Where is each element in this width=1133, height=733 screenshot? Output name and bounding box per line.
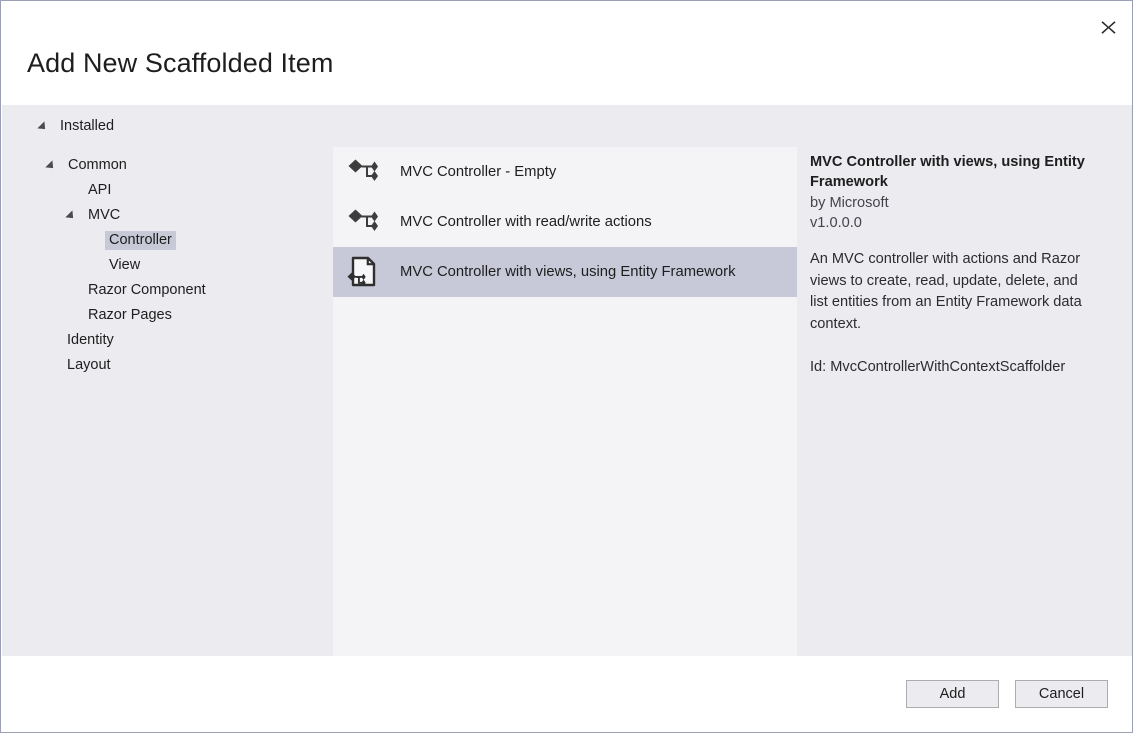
- sidebar-item-label: Controller: [105, 231, 176, 251]
- controller-hierarchy-icon: [346, 205, 380, 239]
- page-title: Add New Scaffolded Item: [27, 48, 333, 79]
- details-version: v1.0.0.0: [810, 213, 1099, 233]
- sidebar-item-label: Installed: [56, 117, 118, 137]
- controller-hierarchy-icon: [346, 155, 380, 189]
- dialog-footer: Add Cancel: [2, 656, 1133, 732]
- sidebar-item-label: View: [105, 256, 144, 276]
- sidebar-item-razor-component[interactable]: Razor Component: [68, 278, 210, 303]
- controller-page-icon: [347, 256, 379, 288]
- list-item-label: MVC Controller - Empty: [400, 164, 556, 180]
- close-button[interactable]: [1087, 7, 1129, 47]
- sidebar-item-common[interactable]: Common: [48, 153, 131, 178]
- sidebar-item-label: Identity: [63, 331, 118, 351]
- details-id: Id: MvcControllerWithContextScaffolder: [810, 357, 1099, 378]
- cancel-button[interactable]: Cancel: [1015, 680, 1108, 708]
- sidebar-item-layout[interactable]: Layout: [47, 353, 115, 378]
- list-item[interactable]: MVC Controller - Empty: [333, 147, 797, 197]
- sidebar-item-label: API: [84, 181, 115, 201]
- sidebar-item-identity[interactable]: Identity: [47, 328, 118, 353]
- sidebar-item-razor-pages[interactable]: Razor Pages: [68, 303, 176, 328]
- list-item-label: MVC Controller with views, using Entity …: [400, 264, 736, 280]
- sidebar-item-view[interactable]: View: [89, 253, 144, 278]
- sidebar-item-api[interactable]: API: [68, 178, 115, 203]
- details-panel: MVC Controller with views, using Entity …: [797, 105, 1133, 656]
- controller-hierarchy-icon: [347, 157, 379, 187]
- controller-hierarchy-icon: [347, 207, 379, 237]
- list-item-label: MVC Controller with read/write actions: [400, 214, 652, 230]
- details-title: MVC Controller with views, using Entity …: [810, 152, 1099, 192]
- expander-triangle-icon[interactable]: [65, 210, 76, 221]
- dialog-header: Add New Scaffolded Item: [1, 1, 1132, 105]
- category-tree: Installed Common API MVC Controller View Razor…: [2, 105, 333, 656]
- sidebar-item-label: Razor Pages: [84, 306, 176, 326]
- sidebar-item-label: Common: [64, 156, 131, 176]
- controller-page-icon: [346, 255, 380, 289]
- close-icon: [1101, 20, 1116, 35]
- sidebar-item-controller[interactable]: Controller: [89, 228, 176, 253]
- add-new-scaffolded-item-dialog: Add New Scaffolded Item Installed Common A…: [0, 0, 1133, 733]
- expander-triangle-icon[interactable]: [37, 121, 48, 132]
- expander-triangle-icon[interactable]: [45, 160, 56, 171]
- sidebar-item-installed[interactable]: Installed: [40, 114, 118, 139]
- list-item[interactable]: MVC Controller with views, using Entity …: [333, 247, 797, 297]
- sidebar-item-mvc[interactable]: MVC: [68, 203, 124, 228]
- dialog-content: Installed Common API MVC Controller View Razor…: [2, 105, 1133, 656]
- details-description: An MVC controller with actions and Razor…: [810, 249, 1099, 335]
- scaffold-list: MVC Controller - Empty MVC Controller wit…: [333, 147, 797, 656]
- sidebar-item-label: Razor Component: [84, 281, 210, 301]
- add-button[interactable]: Add: [906, 680, 999, 708]
- sidebar-item-label: Layout: [63, 356, 115, 376]
- sidebar-item-label: MVC: [84, 206, 124, 226]
- details-author: by Microsoft: [810, 193, 1099, 213]
- list-item[interactable]: MVC Controller with read/write actions: [333, 197, 797, 247]
